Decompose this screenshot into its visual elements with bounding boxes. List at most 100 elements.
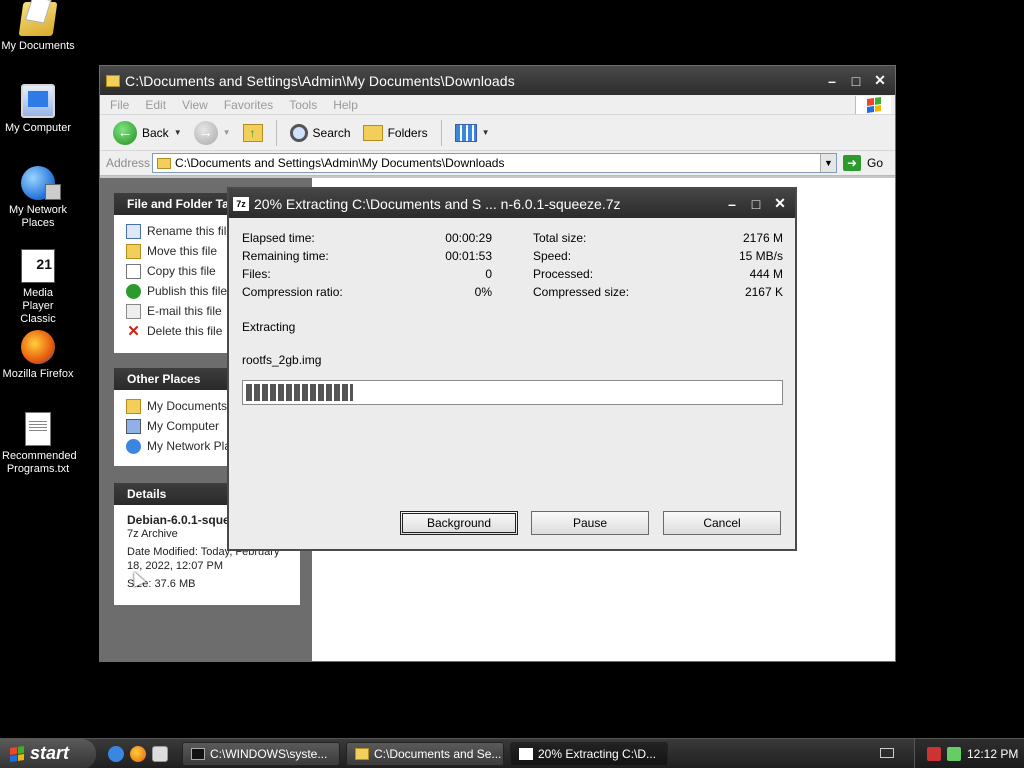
up-folder-button[interactable]: ↑	[240, 122, 266, 144]
minimize-button[interactable]: –	[821, 71, 843, 91]
stats-grid: Elapsed time: 00:00:29 Total size: 2176 …	[242, 229, 783, 301]
keyboard-icon[interactable]	[880, 748, 894, 758]
menu-tools[interactable]: Tools	[289, 98, 317, 112]
desktop-icon-label: Mozilla Firefox	[2, 368, 74, 380]
go-button[interactable]: ➜ Go	[843, 155, 883, 171]
folder-icon	[106, 74, 120, 87]
desktop-icon-mozilla-firefox[interactable]: Mozilla Firefox	[0, 330, 76, 381]
stats-row: Elapsed time: 00:00:29 Total size: 2176 …	[242, 229, 783, 247]
email-icon	[126, 303, 141, 319]
toolbar-divider	[275, 119, 277, 146]
maximize-button[interactable]: □	[745, 194, 767, 214]
desktop-icon-my-documents[interactable]: My Documents	[0, 2, 76, 53]
desktop-icon-label: My Computer	[4, 122, 72, 134]
cancel-button[interactable]: Cancel	[663, 511, 781, 535]
menu-edit[interactable]: Edit	[145, 98, 166, 112]
firefox-icon[interactable]	[130, 745, 146, 762]
desktop-icon-label: My Network Places	[8, 204, 68, 229]
network-tray-icon[interactable]	[947, 747, 961, 761]
folders-button[interactable]: Folders	[360, 123, 431, 143]
forward-arrow-icon: →	[193, 120, 218, 145]
my-computer-icon	[126, 418, 141, 434]
task-label: Copy this file	[147, 264, 216, 278]
close-button[interactable]: ✕	[769, 194, 791, 214]
minimize-button[interactable]: –	[721, 194, 743, 214]
back-label: Back	[142, 125, 169, 140]
up-folder-icon: ↑	[242, 123, 263, 142]
firefox-icon	[21, 330, 55, 364]
search-button[interactable]: Search	[287, 122, 354, 144]
stat-value: 00:01:53	[445, 249, 492, 263]
address-dropdown-button[interactable]: ▼	[820, 154, 836, 172]
progress-bar-fill	[246, 384, 353, 401]
chevron-down-icon[interactable]: ▼	[482, 128, 490, 137]
stat-value: 00:00:29	[445, 231, 492, 245]
address-bar: Address C:\Documents and Settings\Admin\…	[100, 151, 895, 176]
stat-value: 2167 K	[744, 285, 783, 299]
stat-value: 15 MB/s	[738, 249, 783, 263]
address-label: Address	[106, 156, 151, 170]
go-label: Go	[867, 156, 884, 170]
7zip-icon	[519, 747, 533, 760]
cmd-icon	[191, 747, 205, 760]
operation-label: Extracting	[242, 320, 296, 334]
address-value: C:\Documents and Settings\Admin\My Docum…	[175, 156, 505, 170]
pause-button[interactable]: Pause	[531, 511, 649, 535]
close-button[interactable]: ✕	[869, 71, 891, 91]
7zip-icon: 7z	[233, 196, 249, 211]
address-input[interactable]: C:\Documents and Settings\Admin\My Docum…	[152, 153, 837, 173]
stats-row: Remaining time: 00:01:53 Speed: 15 MB/s	[242, 247, 783, 265]
taskbar-item-explorer[interactable]: C:\Documents and Se...	[346, 741, 504, 766]
folders-icon	[362, 124, 383, 141]
search-icon	[289, 123, 308, 142]
explorer-title: C:\Documents and Settings\Admin\My Docum…	[125, 72, 515, 89]
task-label: Rename this file	[147, 224, 234, 238]
menu-favorites[interactable]: Favorites	[224, 98, 273, 112]
media-player-icon[interactable]	[152, 745, 168, 762]
explorer-title-bar[interactable]: C:\Documents and Settings\Admin\My Docum…	[100, 66, 895, 95]
place-label: My Computer	[147, 419, 220, 433]
internet-explorer-icon[interactable]	[108, 745, 124, 762]
views-button[interactable]: ▼	[452, 122, 493, 144]
tray-app-icon[interactable]	[927, 747, 941, 761]
windows-logo	[855, 96, 891, 114]
desktop-icon-media-player-classic[interactable]: Media Player Classic	[0, 249, 76, 326]
system-tray: 12:12 PM	[914, 739, 1024, 768]
maximize-button[interactable]: □	[845, 71, 867, 91]
back-arrow-icon: ←	[113, 120, 137, 145]
progress-bar	[242, 380, 783, 405]
task-label: E-mail this file	[147, 304, 222, 318]
place-label: My Documents	[147, 399, 228, 413]
start-button[interactable]: start	[0, 738, 96, 768]
clock[interactable]: 12:12 PM	[967, 747, 1018, 761]
chevron-down-icon[interactable]: ▼	[223, 128, 231, 137]
stat-value: 0%	[474, 285, 492, 299]
desktop-icon-my-computer[interactable]: My Computer	[0, 84, 76, 135]
place-label: My Network Plac	[147, 439, 238, 453]
text-file-icon	[25, 412, 51, 446]
taskbar: start C:\WINDOWS\syste... C:\Documents a…	[0, 738, 1024, 768]
desktop-icon-label: Recommended Programs.txt	[2, 450, 77, 475]
dialog-title-bar[interactable]: 7z 20% Extracting C:\Documents and S ...…	[229, 189, 795, 218]
windows-flag-icon	[10, 745, 24, 762]
task-label: C:\Documents and Se...	[374, 746, 502, 761]
details-size: Size: 37.6 MB	[127, 578, 196, 590]
copy-icon	[126, 263, 141, 279]
background-button[interactable]: Background	[400, 511, 518, 535]
windows-flag-icon	[866, 97, 881, 113]
desktop-icon-my-network-places[interactable]: My Network Places	[0, 166, 76, 230]
forward-button[interactable]: → ▼	[191, 119, 234, 147]
menu-help[interactable]: Help	[333, 98, 358, 112]
taskbar-item-cmd[interactable]: C:\WINDOWS\syste...	[182, 741, 340, 766]
stat-label: Files:	[242, 267, 271, 281]
menu-view[interactable]: View	[182, 98, 208, 112]
stat-label: Compressed size:	[533, 285, 630, 299]
my-documents-icon	[18, 2, 58, 36]
network-places-icon	[21, 166, 61, 200]
chevron-down-icon[interactable]: ▼	[174, 128, 182, 137]
stat-label: Remaining time:	[242, 249, 329, 263]
taskbar-item-7zip[interactable]: 20% Extracting C:\D...	[510, 741, 668, 766]
desktop-icon-recommended-programs[interactable]: Recommended Programs.txt	[0, 412, 77, 476]
back-button[interactable]: ← Back ▼	[110, 119, 185, 147]
menu-file[interactable]: File	[110, 98, 129, 112]
